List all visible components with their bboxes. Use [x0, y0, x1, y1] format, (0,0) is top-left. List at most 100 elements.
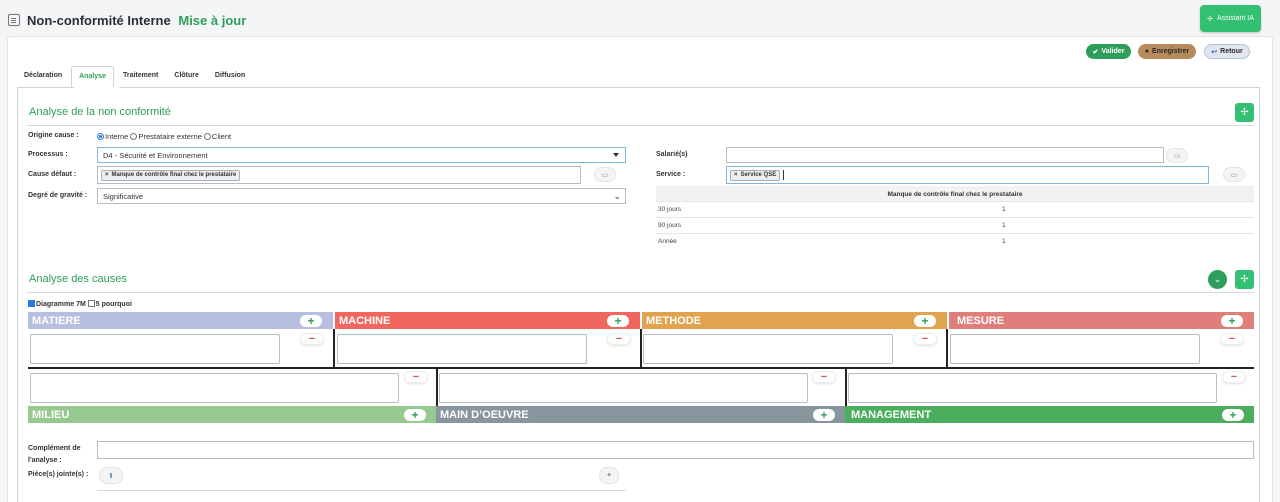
minus-icon: −	[308, 332, 316, 345]
main-oeuvre-cause-textarea[interactable]	[439, 373, 808, 403]
pieces-jointes-label: Pièce(s) jointe(s) :	[28, 471, 89, 478]
check-icon: ✔	[1092, 48, 1099, 56]
minus-icon: −	[615, 332, 623, 345]
analyse-ai-button[interactable]: ✢	[1235, 103, 1254, 122]
add-attachment-button[interactable]: +	[599, 467, 619, 484]
sparkle-icon: ✢	[1240, 274, 1249, 285]
tab-traitement[interactable]: Traitement	[116, 66, 165, 88]
category-machine: MACHINE	[335, 312, 640, 329]
cinq-pourquoi-checkbox[interactable]	[87, 300, 95, 307]
service-picker-button[interactable]: ▭	[1223, 167, 1245, 182]
diagramme-7m-checkbox[interactable]	[28, 300, 35, 307]
assistant-ia-button[interactable]: ✢ Assistant IA	[1200, 5, 1261, 32]
gravite-value: Significative	[103, 191, 144, 201]
plus-icon: +	[411, 408, 419, 422]
category-machine-label: MACHINE	[339, 314, 391, 327]
add-mesure-button[interactable]: +	[1221, 315, 1243, 327]
remove-mesure-button[interactable]: −	[1220, 333, 1244, 345]
processus-select[interactable]: D4 - Sécurité et Environnement	[97, 147, 626, 163]
page-title: Non-conformité Interne Mise à jour	[27, 13, 246, 28]
table-row: Année 1	[656, 233, 1254, 249]
retour-button[interactable]: ↩ Retour	[1204, 44, 1250, 59]
add-milieu-button[interactable]: +	[404, 409, 426, 421]
page-subtitle: Mise à jour	[178, 13, 247, 28]
attachments-divider	[97, 490, 626, 491]
tab-declaration[interactable]: Déclaration	[17, 66, 69, 88]
plus-icon: +	[921, 314, 929, 328]
remove-milieu-button[interactable]: −	[404, 371, 428, 383]
category-main-oeuvre: MAIN D’OEUVRE	[436, 406, 845, 423]
radio-interne-label: Interne	[105, 132, 129, 141]
complement-textarea[interactable]	[97, 441, 1254, 459]
document-icon	[8, 14, 20, 26]
plus-icon: +	[307, 314, 315, 328]
service-input[interactable]: × Service QSE	[726, 166, 1209, 184]
category-matiere: MATIERE	[28, 312, 333, 329]
mesure-cause-textarea[interactable]	[950, 334, 1200, 364]
fishbone-spine	[640, 329, 642, 367]
category-matiere-label: MATIERE	[32, 314, 81, 327]
valider-button[interactable]: ✔ Valider	[1086, 44, 1131, 59]
minus-icon: −	[820, 370, 828, 383]
chip-remove-icon[interactable]: ×	[734, 172, 738, 178]
add-machine-button[interactable]: +	[607, 315, 629, 327]
upload-attachment-button[interactable]: ⬆	[99, 467, 123, 484]
causes-section-title: Analyse des causes	[29, 273, 127, 285]
fishbone-spine	[333, 329, 335, 367]
table-cell-value: 1	[1002, 238, 1006, 245]
upload-icon: ⬆	[108, 472, 114, 480]
stats-table: 30 jours 1 90 jours 1 Année 1	[656, 201, 1254, 249]
gravite-select[interactable]: Significative ⌄	[97, 188, 626, 204]
table-row: 30 jours 1	[656, 201, 1254, 217]
back-arrow-icon: ↩	[1211, 48, 1218, 56]
sparkle-icon: ✢	[1240, 107, 1249, 118]
analyse-section-divider	[27, 125, 1254, 126]
chip-remove-icon[interactable]: ×	[105, 172, 109, 178]
plus-icon: +	[1229, 408, 1237, 422]
tab-cloture[interactable]: Clôture	[167, 66, 206, 88]
remove-matiere-button[interactable]: −	[300, 333, 324, 345]
chevron-down-icon: ⌄	[1213, 274, 1222, 284]
causes-ai-button[interactable]: ✢	[1235, 270, 1254, 289]
valider-label: Valider	[1101, 48, 1125, 55]
salarie-input[interactable]	[726, 147, 1164, 163]
cause-defaut-chip-label: Manque de contrôle final chez le prestat…	[111, 172, 237, 178]
plus-icon: +	[606, 472, 612, 479]
tab-diffusion[interactable]: Diffusion	[208, 66, 252, 88]
fishbone-spine	[946, 329, 948, 367]
category-management: MANAGEMENT	[845, 406, 1254, 423]
radio-prestataire-externe[interactable]	[130, 133, 138, 140]
add-management-button[interactable]: +	[1222, 409, 1244, 421]
category-milieu-label: MILIEU	[32, 408, 70, 421]
stats-table-header: Manque de contrôle final chez le prestat…	[656, 186, 1254, 202]
matiere-cause-textarea[interactable]	[30, 334, 280, 364]
milieu-cause-textarea[interactable]	[30, 373, 399, 403]
machine-cause-textarea[interactable]	[337, 334, 587, 364]
enregistrer-button[interactable]: ● Enregistrer	[1138, 44, 1196, 59]
management-cause-textarea[interactable]	[848, 373, 1217, 403]
methode-cause-textarea[interactable]	[643, 334, 893, 364]
remove-management-button[interactable]: −	[1222, 371, 1246, 383]
add-matiere-button[interactable]: +	[300, 315, 322, 327]
category-methode-label: METHODE	[646, 314, 701, 327]
category-main-oeuvre-label: MAIN D’OEUVRE	[440, 408, 529, 421]
salarie-picker-button[interactable]: ▭	[1166, 148, 1188, 163]
cause-defaut-chip: × Manque de contrôle final chez le prest…	[101, 169, 241, 181]
cause-defaut-picker-button[interactable]: ▭	[594, 167, 616, 182]
cause-defaut-input[interactable]: × Manque de contrôle final chez le prest…	[97, 166, 581, 184]
radio-interne[interactable]	[97, 133, 104, 140]
add-methode-button[interactable]: +	[914, 315, 936, 327]
table-cell-value: 1	[1002, 222, 1006, 229]
tab-analyse[interactable]: Analyse	[71, 66, 114, 88]
remove-methode-button[interactable]: −	[913, 333, 937, 345]
add-main-oeuvre-button[interactable]: +	[813, 409, 835, 421]
cause-defaut-label: Cause défaut :	[28, 171, 77, 178]
processus-value: D4 - Sécurité et Environnement	[103, 150, 208, 160]
table-cell-period: Année	[658, 238, 677, 245]
radio-prestataire-label: Prestataire externe	[138, 132, 202, 141]
remove-main-oeuvre-button[interactable]: −	[812, 371, 836, 383]
collapse-button[interactable]: ⌄	[1208, 270, 1227, 289]
radio-client[interactable]	[203, 133, 211, 140]
remove-machine-button[interactable]: −	[607, 333, 631, 345]
service-chip-label: Service QSE	[740, 172, 777, 178]
